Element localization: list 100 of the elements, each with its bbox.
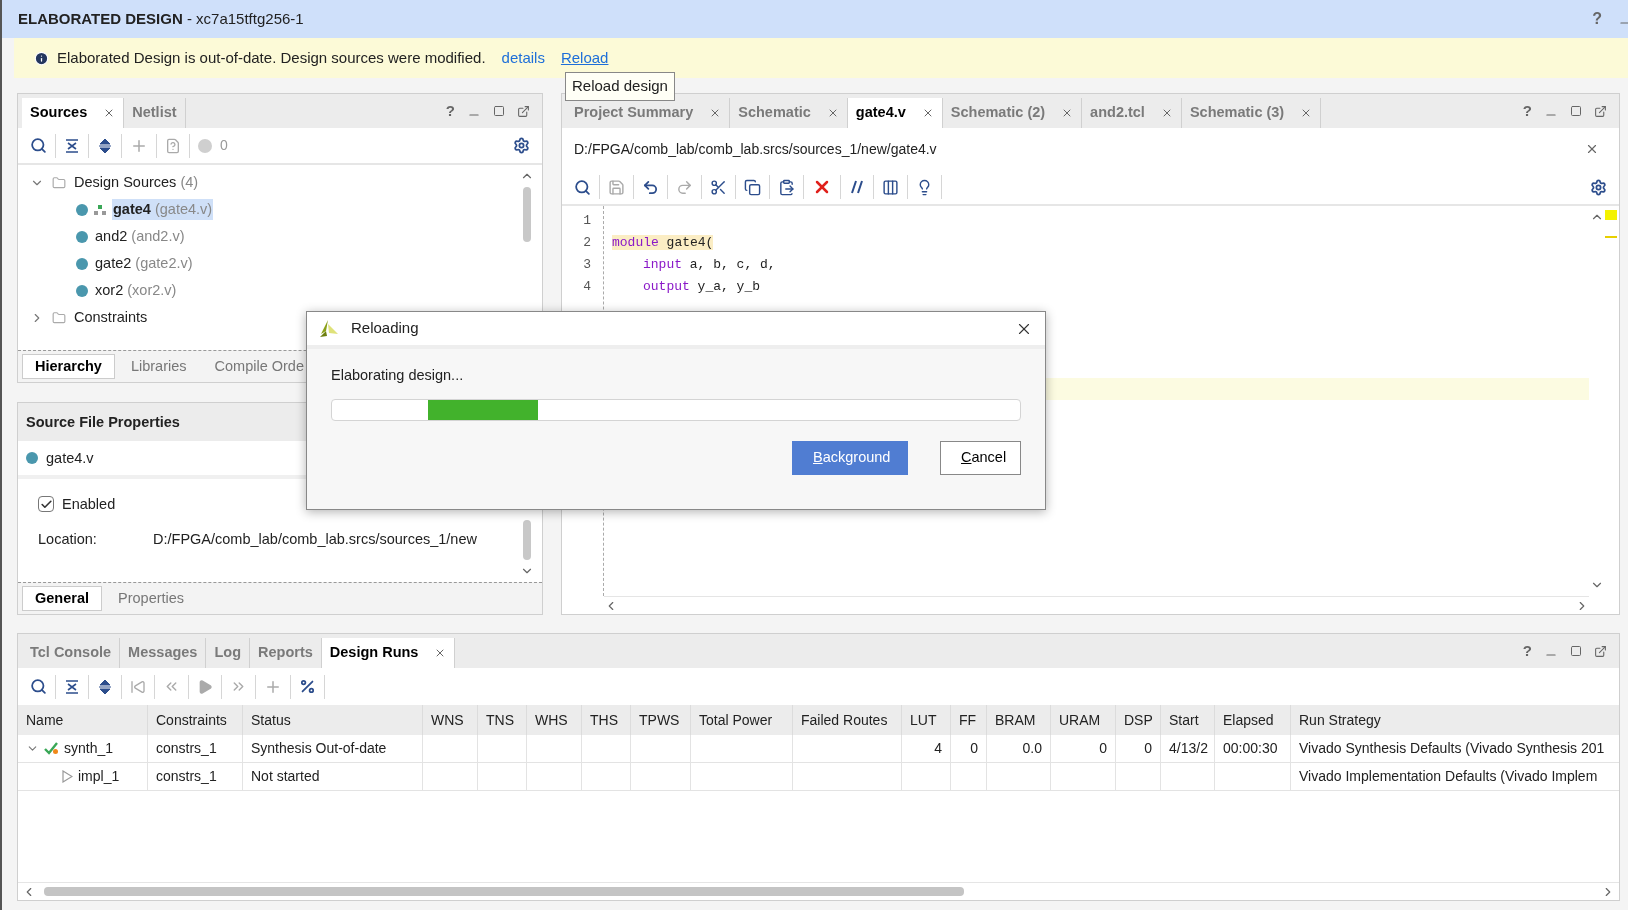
app-logo-icon xyxy=(319,319,339,338)
help-button[interactable]: ? xyxy=(445,99,455,123)
cut-icon[interactable] xyxy=(710,178,727,196)
cancel-button[interactable]: Cancel xyxy=(940,440,1021,475)
scrollbar-thumb[interactable] xyxy=(523,520,531,560)
copy-icon[interactable] xyxy=(744,178,761,196)
panel-tab[interactable]: Messages xyxy=(120,638,207,668)
column-header[interactable]: URAM xyxy=(1051,705,1116,735)
tree-item[interactable]: gate2 (gate2.v) xyxy=(94,252,194,275)
float-icon[interactable] xyxy=(517,104,530,118)
line-number: 2 xyxy=(582,234,591,252)
check-icon xyxy=(44,742,59,755)
folder-icon xyxy=(52,310,66,325)
panel-tab[interactable]: Tcl Console xyxy=(22,638,121,668)
column-header[interactable]: FF xyxy=(951,705,987,735)
panel-tab[interactable]: Sources xyxy=(22,98,125,128)
column-header[interactable]: Elapsed xyxy=(1215,705,1291,735)
scrollbar-thumb[interactable] xyxy=(44,887,964,896)
table-cell-text: Synthesis Out-of-date xyxy=(251,739,387,758)
column-header[interactable]: Failed Routes xyxy=(793,705,902,735)
dialog-title: Reloading xyxy=(351,318,419,339)
panel-tab[interactable]: Schematic (3) xyxy=(1181,98,1322,128)
info-message: Elaborated Design is out-of-date. Design sources were modified. xyxy=(57,47,486,68)
column-header[interactable]: BRAM xyxy=(987,705,1051,735)
info-link[interactable]: details xyxy=(501,46,545,70)
play-outline-icon xyxy=(62,770,73,783)
table-cell-text: constrs_1 xyxy=(156,767,217,786)
settings-icon[interactable] xyxy=(513,137,530,154)
panel-tab[interactable]: Schematic xyxy=(730,98,848,128)
table-cell-text: 0 xyxy=(970,739,978,758)
column-header[interactable]: TNS xyxy=(478,705,527,735)
table-cell-text: synth_1 xyxy=(64,739,114,758)
table-cell-text: 0 xyxy=(1144,739,1152,758)
expand-all-icon[interactable] xyxy=(97,678,113,695)
code-line: module gate4( xyxy=(612,235,714,250)
table-cell-text: Vivado Synthesis Defaults (Vivado Synthesis 201 xyxy=(1299,739,1605,758)
column-header[interactable]: Name xyxy=(18,705,148,735)
folder-icon xyxy=(52,175,66,190)
settings-icon[interactable] xyxy=(1590,178,1607,196)
float-icon[interactable] xyxy=(1594,104,1607,118)
undo-icon[interactable] xyxy=(642,178,659,196)
ruler-marker[interactable] xyxy=(1605,210,1617,220)
info-link[interactable]: Reload xyxy=(560,46,609,70)
column-header[interactable]: DSP xyxy=(1116,705,1161,735)
view-tab[interactable]: General xyxy=(22,586,102,611)
scrollbar-thumb[interactable] xyxy=(523,187,531,242)
column-header[interactable]: Status xyxy=(243,705,423,735)
search-icon[interactable] xyxy=(574,178,591,196)
view-tab[interactable]: Hierarchy xyxy=(22,354,115,380)
paste-icon[interactable] xyxy=(778,178,795,196)
column-header[interactable]: WNS xyxy=(423,705,478,735)
panel-tab[interactable]: Reports xyxy=(250,638,322,668)
collapse-all-icon[interactable] xyxy=(64,137,80,154)
column-header[interactable]: LUT xyxy=(902,705,951,735)
help-button[interactable]: ? xyxy=(1522,99,1532,123)
location-value: D:/FPGA/comb_lab/comb_lab.srcs/sources_1/new xyxy=(153,529,477,549)
search-icon[interactable] xyxy=(30,678,47,695)
float-icon[interactable] xyxy=(1594,644,1607,658)
background-button[interactable]: Background xyxy=(792,440,908,475)
file-path: D:/FPGA/comb_lab/comb_lab.srcs/sources_1/new/gate4.v xyxy=(574,139,937,159)
maximize-icon[interactable] xyxy=(1570,105,1582,117)
ruler-marker[interactable] xyxy=(1605,236,1617,238)
tree-item[interactable]: gate4 (gate4.v) xyxy=(112,198,214,221)
tooltip: Reload design xyxy=(565,72,675,101)
panel-tab[interactable]: Schematic (2) xyxy=(942,98,1083,128)
column-header[interactable]: Constraints xyxy=(148,705,243,735)
maximize-icon[interactable] xyxy=(493,105,505,117)
panel-tab[interactable]: Design Runs xyxy=(321,638,456,668)
progress-message: Elaborating design... xyxy=(331,366,465,385)
help-button[interactable]: ? xyxy=(1522,639,1532,663)
enabled-checkbox[interactable] xyxy=(38,496,54,513)
column-header[interactable]: THS xyxy=(582,705,631,735)
maximize-icon[interactable] xyxy=(1570,645,1582,657)
panel-tab[interactable]: gate4.v xyxy=(847,98,943,128)
expand-all-icon[interactable] xyxy=(97,137,113,154)
line-number: 1 xyxy=(582,212,591,230)
percent-icon[interactable] xyxy=(299,678,316,695)
columns-icon[interactable] xyxy=(882,178,899,196)
tree-folder-label[interactable]: Constraints xyxy=(74,306,148,329)
column-header[interactable]: TPWS xyxy=(631,705,691,735)
tree-item[interactable]: xor2 (xor2.v) xyxy=(94,279,178,302)
table-cell-text: 4/13/2 xyxy=(1169,739,1208,758)
column-header[interactable]: Total Power xyxy=(691,705,793,735)
help-button[interactable]: ? xyxy=(1592,7,1602,31)
tree-folder-label[interactable]: Design Sources (4) xyxy=(74,171,199,194)
search-icon[interactable] xyxy=(30,137,47,154)
panel-tab[interactable]: and2.tcl xyxy=(1082,98,1182,128)
view-tab[interactable]: Libraries xyxy=(118,354,199,380)
tree-item[interactable]: and2 (and2.v) xyxy=(94,225,186,248)
column-header[interactable]: Run Strategy xyxy=(1291,705,1619,735)
table-cell-text: Vivado Implementation Defaults (Vivado Implem xyxy=(1299,767,1598,786)
view-tab[interactable]: Properties xyxy=(106,586,197,611)
panel-tab[interactable]: Netlist xyxy=(124,98,186,128)
panel-tab[interactable]: Log xyxy=(206,638,250,668)
close-icon[interactable] xyxy=(1585,142,1599,156)
column-header[interactable]: Start xyxy=(1161,705,1215,735)
table-cell-text: impl_1 xyxy=(78,767,120,786)
column-header[interactable]: WHS xyxy=(527,705,582,735)
comment-icon[interactable] xyxy=(849,179,865,195)
collapse-all-icon[interactable] xyxy=(64,678,80,695)
